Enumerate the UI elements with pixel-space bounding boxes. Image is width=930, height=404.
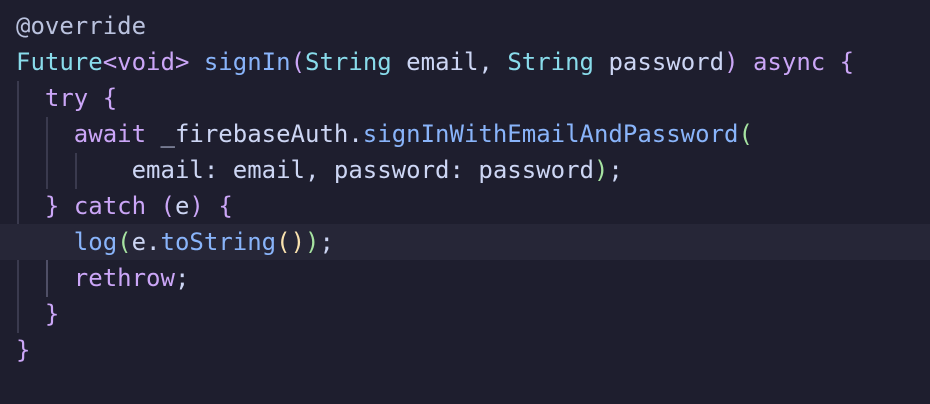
code-token: } [16,336,31,364]
code-token: { [839,48,855,76]
code-line[interactable]: await _firebaseAuth.signInWithEmailAndPa… [0,116,930,152]
code-token: catch [73,192,147,220]
code-token: @override [16,12,147,40]
code-token: toString [160,228,277,256]
code-token: _firebaseAuth. [146,120,363,148]
code-line-content: @override [16,8,146,44]
code-line[interactable]: email: email, password: password); [0,152,930,188]
code-token: > [174,48,190,76]
code-token: rethrow [73,264,175,292]
code-token: password [594,48,725,76]
code-line[interactable]: } [0,296,930,332]
code-token: Future [16,48,103,76]
code-token: ) [305,228,320,256]
code-token: async [752,48,826,76]
code-line-content: } [16,332,30,368]
code-line-content: } catch (e) { [16,188,233,224]
code-token: ) [189,192,204,220]
code-line-content: try { [16,80,117,116]
code-line[interactable]: Future<void> signIn(String email, String… [0,44,930,80]
code-token: ( [738,120,753,148]
code-line[interactable]: @override [0,8,930,44]
code-token: ; [319,228,334,256]
code-line-current[interactable]: log(e.toString()); [0,224,930,260]
code-token: email, [391,48,508,76]
code-token: log [73,228,118,256]
code-token: { [218,192,233,220]
code-line-content: await _firebaseAuth.signInWithEmailAndPa… [16,116,753,152]
code-token: String [305,48,392,76]
code-token: ( [117,228,132,256]
code-token: signIn [203,48,291,76]
code-line-content: log(e.toString()); [16,224,334,260]
code-token: ; [174,264,190,292]
code-token: ) [593,156,609,184]
code-line[interactable]: try { [0,80,930,116]
code-token: } [44,192,60,220]
code-token: ) [724,48,739,76]
code-line[interactable]: } catch (e) { [0,188,930,224]
code-token: void [117,48,175,76]
code-token: < [102,48,118,76]
code-token: e. [131,228,161,256]
code-line[interactable]: rethrow; [0,260,930,296]
code-line[interactable]: } [0,332,930,368]
code-token: ( [290,48,306,76]
code-line-content: Future<void> signIn(String email, String… [16,44,854,80]
code-token: } [44,300,60,328]
code-token: String [507,48,595,76]
code-token: try [44,84,89,112]
code-line-content: email: email, password: password); [16,152,623,188]
code-token: await [73,120,147,148]
code-token: ) [290,228,306,256]
code-token: { [102,84,118,112]
code-token: ( [160,192,175,220]
code-token: e [174,192,190,220]
code-line-content: rethrow; [16,260,190,296]
code-token: email: email, password: password [16,156,594,184]
code-line-content: } [16,296,59,332]
code-editor[interactable]: @override Future<void> signIn(String emai… [0,0,930,404]
code-token: ( [276,228,291,256]
code-token: ; [608,156,623,184]
code-token: signInWithEmailAndPassword [362,120,739,148]
